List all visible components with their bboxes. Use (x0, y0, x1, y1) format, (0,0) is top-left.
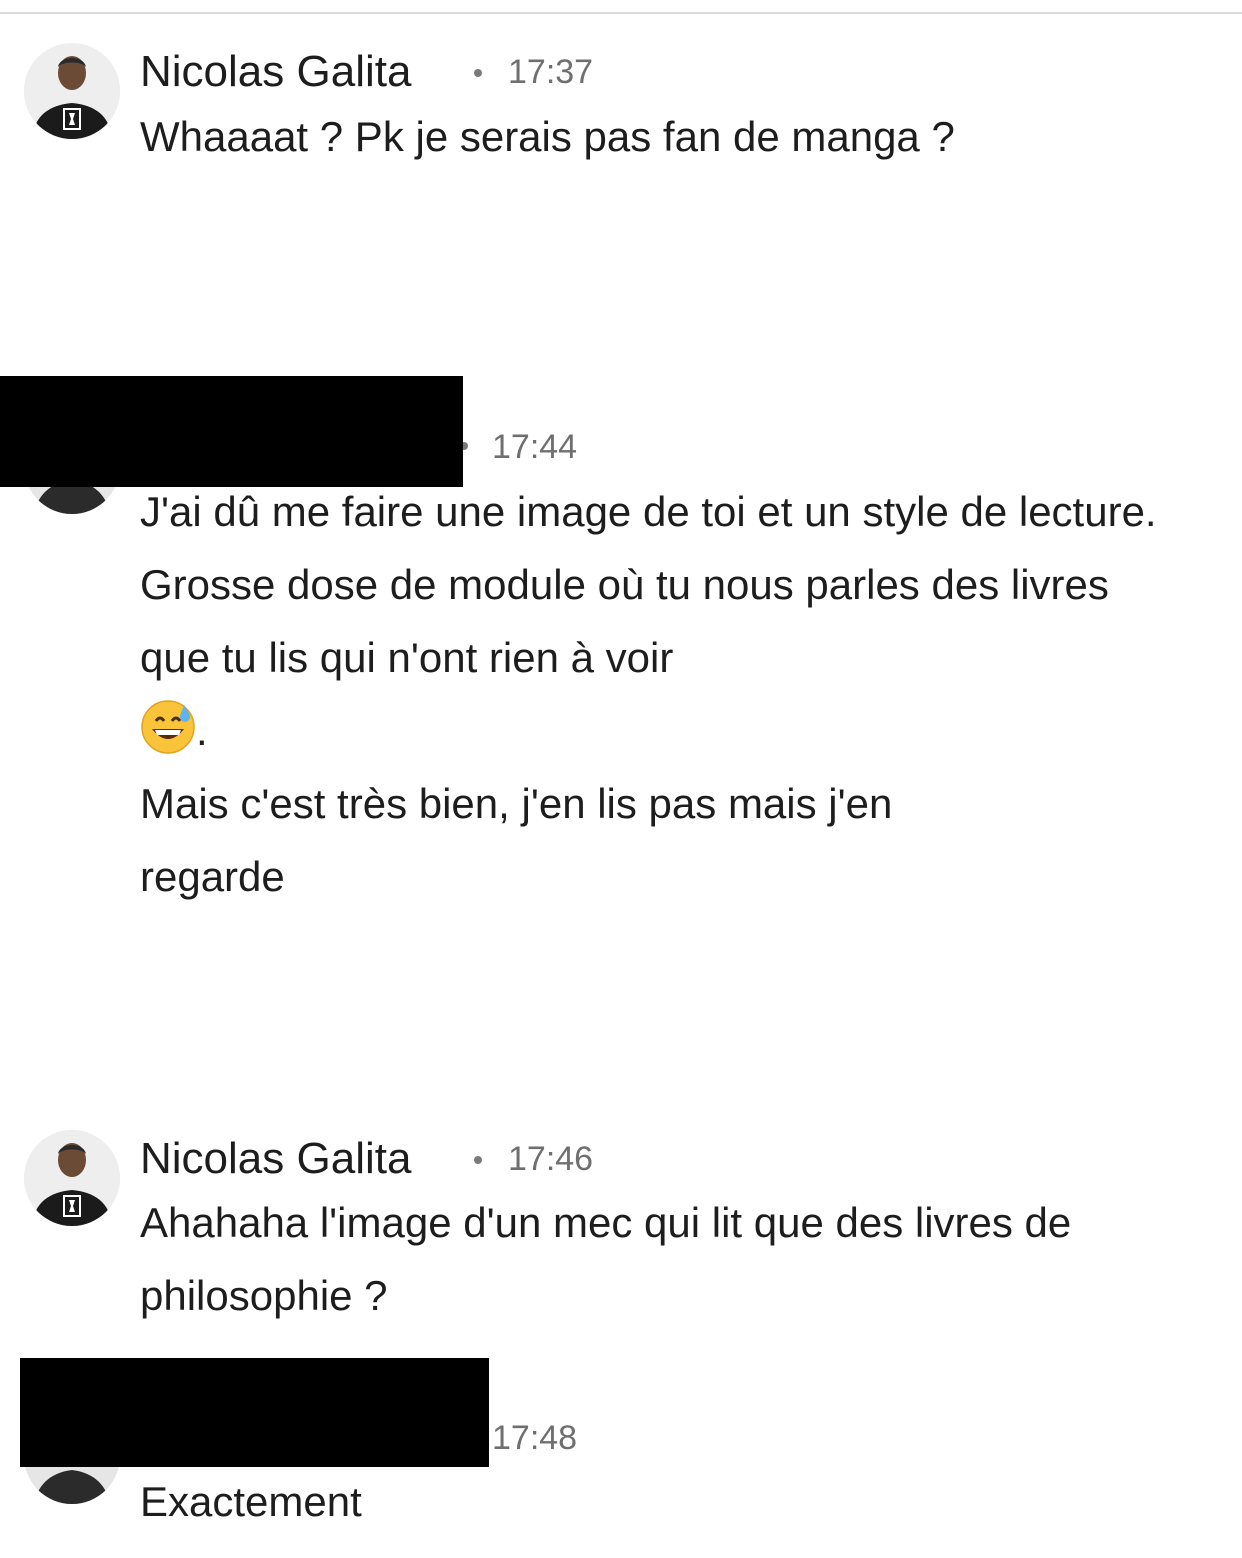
message-line: Exactement (140, 1478, 362, 1525)
message-item: 17:48 Exactement (0, 0, 1242, 1558)
timestamp: 17:48 (492, 1419, 578, 1457)
message-text: Exactement (140, 1465, 1200, 1538)
redaction-block (20, 1358, 489, 1467)
